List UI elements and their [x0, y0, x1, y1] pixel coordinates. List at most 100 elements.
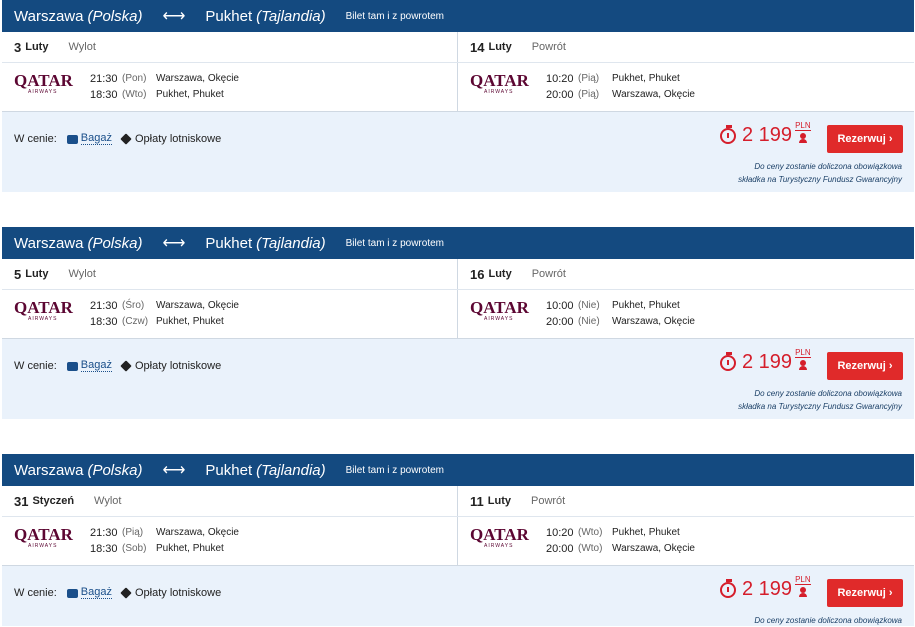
inbound-leg: QATAR AIRWAYS 10:20 (Wto) Pukhet, Phuket… — [458, 517, 914, 565]
outbound-segments: 21:30 (Pon) Warszawa, Okęcie 18:30 (Wto)… — [90, 71, 239, 103]
inbound-label: Powrót — [531, 268, 566, 280]
from-city: Warszawa — [14, 7, 84, 25]
inbound-leg: QATAR AIRWAYS 10:20 (Pią) Pukhet, Phuket… — [458, 63, 914, 111]
book-button[interactable]: Rezerwuj › — [827, 352, 903, 380]
qatar-airways-logo: QATAR AIRWAYS — [470, 525, 529, 550]
outbound-leg: QATAR AIRWAYS 21:30 (Śro) Warszawa, Okęc… — [2, 290, 458, 338]
inbound-label: Powrót — [531, 41, 566, 53]
person-icon — [798, 359, 807, 370]
from-country: (Polska) — [87, 7, 143, 25]
baggage-link[interactable]: Bagaż — [66, 132, 112, 145]
inbound-day: 14 — [470, 39, 485, 55]
inbound-leg: QATAR AIRWAYS 10:00 (Nie) Pukhet, Phuket… — [458, 290, 914, 338]
outbound-label: Wylot — [94, 495, 122, 507]
book-button[interactable]: Rezerwuj › — [827, 125, 903, 153]
dates-row: 5 Luty Wylot 16 Luty Powrót — [2, 259, 914, 290]
inbound-day: 16 — [470, 266, 485, 282]
outbound-day: 31 — [14, 493, 29, 509]
price: 2 199 PLN — [720, 575, 811, 601]
segment-row: 10:20 (Pią) Pukhet, Phuket — [546, 73, 680, 85]
qatar-airways-logo: QATAR AIRWAYS — [470, 298, 529, 323]
price-currency: PLN — [795, 348, 811, 370]
dates-row: 31 Styczeń Wylot 11 Luty Powrót — [2, 486, 914, 517]
inbound-segments: 10:20 (Pią) Pukhet, Phuket 20:00 (Pią) W… — [546, 71, 695, 103]
price-bar: W cenie: Bagaż Opłaty lotniskowe 2 199 P… — [2, 339, 914, 419]
inbound-date: 14 Luty Powrót — [458, 32, 914, 62]
included-items: W cenie: Bagaż Opłaty lotniskowe — [14, 359, 221, 372]
inbound-month: Luty — [487, 495, 511, 507]
legs-row: QATAR AIRWAYS 21:30 (Pią) Warszawa, Okęc… — [2, 517, 914, 566]
segment-row: 20:00 (Nie) Warszawa, Okęcie — [546, 316, 695, 328]
stopwatch-icon — [720, 351, 736, 371]
tag-icon — [120, 586, 132, 599]
ticket-type: Bilet tam i z powrotem — [345, 10, 444, 22]
airport-fees: Opłaty lotniskowe — [120, 132, 221, 145]
suitcase-icon — [66, 135, 78, 144]
to-city: Pukhet — [205, 7, 253, 25]
from-city: Warszawa — [14, 461, 84, 479]
price-currency: PLN — [795, 575, 811, 597]
to-country: (Tajlandia) — [256, 7, 326, 25]
book-button[interactable]: Rezerwuj › — [827, 579, 903, 607]
segment-row: 20:00 (Pią) Warszawa, Okęcie — [546, 89, 695, 101]
price: 2 199 PLN — [720, 121, 811, 147]
airport-fees: Opłaty lotniskowe — [120, 359, 221, 372]
tag-icon — [120, 132, 132, 145]
tag-icon — [120, 359, 132, 372]
stopwatch-icon — [720, 578, 736, 598]
roundtrip-arrow-icon: ⟷ — [162, 8, 186, 25]
qatar-airways-logo: QATAR AIRWAYS — [470, 71, 529, 96]
price-amount: 2 199 — [742, 578, 793, 600]
offer-card: Warszawa (Polska) ⟷ Pukhet (Tajlandia) B… — [2, 454, 914, 626]
from-city: Warszawa — [14, 234, 84, 252]
price-amount: 2 199 — [742, 124, 793, 146]
route-header: Warszawa (Polska) ⟷ Pukhet (Tajlandia) B… — [2, 454, 914, 486]
to-country: (Tajlandia) — [256, 461, 326, 479]
segment-row: 21:30 (Pią) Warszawa, Okęcie — [90, 527, 239, 539]
offer-card: Warszawa (Polska) ⟷ Pukhet (Tajlandia) B… — [2, 227, 914, 419]
segment-row: 18:30 (Czw) Pukhet, Phuket — [90, 316, 224, 328]
outbound-date: 31 Styczeń Wylot — [2, 486, 458, 516]
segment-row: 20:00 (Wto) Warszawa, Okęcie — [546, 543, 695, 555]
inbound-date: 16 Luty Powrót — [458, 259, 914, 289]
tfg-note: Do ceny zostanie doliczona obowiązkowa s… — [738, 162, 902, 184]
price-bar: W cenie: Bagaż Opłaty lotniskowe 2 199 P… — [2, 566, 914, 626]
dates-row: 3 Luty Wylot 14 Luty Powrót — [2, 32, 914, 63]
from-country: (Polska) — [87, 234, 143, 252]
price-currency: PLN — [795, 121, 811, 143]
to-country: (Tajlandia) — [256, 234, 326, 252]
segment-row: 18:30 (Sob) Pukhet, Phuket — [90, 543, 224, 555]
outbound-label: Wylot — [68, 41, 96, 53]
outbound-month: Luty — [25, 41, 49, 53]
outbound-segments: 21:30 (Śro) Warszawa, Okęcie 18:30 (Czw)… — [90, 298, 239, 330]
inbound-month: Luty — [488, 41, 512, 53]
outbound-leg: QATAR AIRWAYS 21:30 (Pon) Warszawa, Okęc… — [2, 63, 458, 111]
tfg-note: Do ceny zostanie doliczona obowiązkowa — [754, 616, 902, 625]
price: 2 199 PLN — [720, 348, 811, 374]
included-label: W cenie: — [14, 132, 57, 145]
outbound-date: 3 Luty Wylot — [2, 32, 458, 62]
person-icon — [798, 132, 807, 143]
segment-row: 21:30 (Śro) Warszawa, Okęcie — [90, 300, 239, 312]
route-header: Warszawa (Polska) ⟷ Pukhet (Tajlandia) B… — [2, 0, 914, 32]
qatar-airways-logo: QATAR AIRWAYS — [14, 525, 73, 550]
inbound-segments: 10:20 (Wto) Pukhet, Phuket 20:00 (Wto) W… — [546, 525, 695, 557]
qatar-airways-logo: QATAR AIRWAYS — [14, 71, 73, 96]
route-header: Warszawa (Polska) ⟷ Pukhet (Tajlandia) B… — [2, 227, 914, 259]
inbound-date: 11 Luty Powrót — [458, 486, 914, 516]
outbound-month: Luty — [25, 268, 49, 280]
outbound-day: 5 — [14, 266, 22, 282]
segment-row: 21:30 (Pon) Warszawa, Okęcie — [90, 73, 239, 85]
segment-row: 10:20 (Wto) Pukhet, Phuket — [546, 527, 680, 539]
to-city: Pukhet — [205, 234, 253, 252]
baggage-link[interactable]: Bagaż — [66, 586, 112, 599]
included-label: W cenie: — [14, 359, 57, 372]
outbound-date: 5 Luty Wylot — [2, 259, 458, 289]
inbound-month: Luty — [488, 268, 512, 280]
baggage-link[interactable]: Bagaż — [66, 359, 112, 372]
legs-row: QATAR AIRWAYS 21:30 (Śro) Warszawa, Okęc… — [2, 290, 914, 339]
outbound-label: Wylot — [68, 268, 96, 280]
inbound-day: 11 — [470, 493, 484, 509]
outbound-leg: QATAR AIRWAYS 21:30 (Pią) Warszawa, Okęc… — [2, 517, 458, 565]
stopwatch-icon — [720, 124, 736, 144]
